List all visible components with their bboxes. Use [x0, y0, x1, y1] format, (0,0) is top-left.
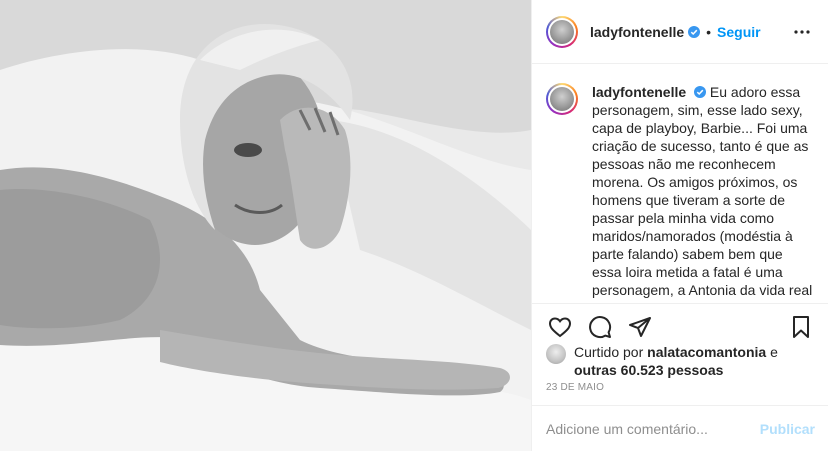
post-caption: ladyfontenelle Eu adoro essa personagem,… — [532, 65, 828, 303]
post-header: ladyfontenelle • Seguir — [532, 0, 828, 64]
liked-by-user[interactable]: nalatacomantonia — [647, 344, 766, 360]
comment-input[interactable] — [546, 420, 760, 437]
liker-avatar[interactable] — [546, 344, 566, 364]
verified-badge-icon — [694, 86, 707, 98]
post-sidebar: ladyfontenelle • Seguir ladyfontenelle E… — [531, 0, 828, 451]
caption-avatar[interactable] — [546, 83, 578, 115]
publish-button[interactable]: Publicar — [760, 421, 815, 437]
share-icon[interactable] — [620, 307, 660, 347]
photo-illustration — [0, 0, 531, 451]
post-photo[interactable] — [0, 0, 531, 451]
liked-prefix: Curtido por — [574, 344, 644, 360]
more-options-icon[interactable] — [790, 20, 814, 44]
instagram-post: ladyfontenelle • Seguir ladyfontenelle E… — [0, 0, 828, 451]
liked-joiner: e — [770, 344, 778, 360]
heart-icon[interactable] — [540, 307, 580, 347]
bookmark-icon[interactable] — [781, 307, 821, 347]
likes-summary: Curtido por nalatacomantonia e outras 60… — [546, 343, 816, 379]
caption-text: ladyfontenelle Eu adoro essa personagem,… — [592, 83, 815, 303]
author-username[interactable]: ladyfontenelle — [590, 24, 684, 40]
post-date[interactable]: 23 DE MAIO — [546, 382, 604, 393]
likes-text: Curtido por nalatacomantonia e outras 60… — [574, 343, 816, 379]
caption-body: Eu adoro essa personagem, sim, esse lado… — [592, 84, 813, 303]
follow-button[interactable]: Seguir — [717, 24, 761, 40]
comment-icon[interactable] — [580, 307, 620, 347]
others-count[interactable]: outras 60.523 pessoas — [574, 362, 723, 378]
header-separator: • — [706, 23, 712, 40]
author-avatar[interactable] — [546, 15, 578, 48]
verified-badge-icon — [688, 25, 701, 38]
caption-username[interactable]: ladyfontenelle — [592, 84, 686, 100]
comment-box: Publicar — [532, 405, 828, 451]
